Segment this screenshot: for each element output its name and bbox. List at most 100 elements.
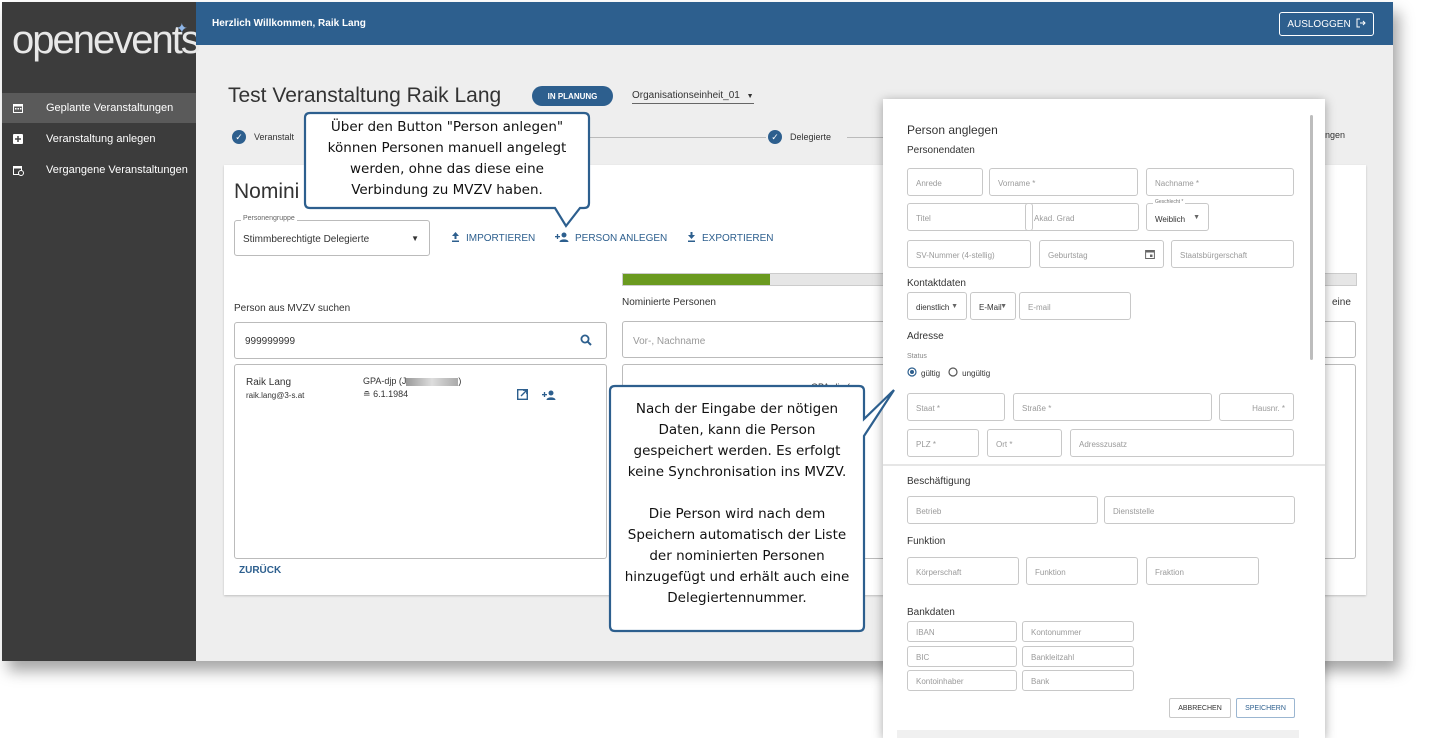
strasse-placeholder: Straße * — [1022, 404, 1052, 413]
status-badge: IN PLANUNG — [532, 86, 613, 106]
koerperschaft-field[interactable]: Körperschaft — [907, 557, 1019, 585]
kontonummer-field[interactable]: Kontonummer — [1022, 621, 1134, 642]
nominated-row-org: GPA-djp ( — [811, 382, 850, 392]
callout-line: der nominierten Personen — [649, 548, 825, 564]
section-kontaktdaten: Kontaktdaten — [907, 278, 966, 289]
top-bar: Herzlich Willkommen, Raik Lang AUSLOGGEN — [196, 2, 1393, 45]
hausnr-field[interactable]: Hausnr. * — [1219, 393, 1294, 421]
akad-grad-placeholder: Akad. Grad — [1034, 214, 1075, 223]
callout-line: Verbindung zu MVZV haben. — [351, 182, 543, 198]
callout-top-text: Über den Button "Person anlegen" können … — [305, 117, 589, 201]
dienststelle-field[interactable]: Dienststelle — [1104, 496, 1295, 524]
geschlecht-select[interactable]: Geschlecht * Weiblich ▼ — [1146, 199, 1209, 231]
adresszusatz-placeholder: Adresszusatz — [1079, 440, 1128, 449]
iban-field[interactable]: IBAN — [907, 621, 1017, 642]
cancel-button[interactable]: ABBRECHEN — [1169, 698, 1231, 718]
callout-line — [610, 483, 864, 504]
staat-placeholder: Staat * — [916, 404, 941, 413]
akad-grad-field[interactable]: Akad. Grad — [1025, 203, 1139, 231]
plz-field[interactable]: PLZ * — [907, 429, 979, 457]
callout-line: Delegiertennummer. — [667, 590, 807, 606]
sidebar: openevents ✦ Geplante Veranstaltungen Ve… — [2, 2, 201, 661]
fraktion-field[interactable]: Fraktion — [1146, 557, 1259, 585]
kontoinhaber-field[interactable]: Kontoinhaber — [907, 670, 1017, 691]
calendar-icon[interactable] — [1145, 249, 1155, 261]
email-field[interactable]: E-mail — [1019, 292, 1131, 320]
anrede-field[interactable]: Anrede — [907, 168, 983, 196]
anrede-placeholder: Anrede — [916, 179, 942, 188]
save-button[interactable]: SPEICHERN — [1236, 698, 1295, 718]
org-unit-value: Organisationseinheit_01 — [632, 90, 740, 101]
search-icon[interactable] — [580, 334, 592, 349]
radio-ungueltig[interactable] — [948, 367, 958, 379]
add-person-icon — [555, 232, 569, 245]
person-group-label: Personengruppe — [241, 215, 297, 222]
sidebar-item-label: Geplante Veranstaltungen — [46, 102, 174, 114]
logout-button[interactable]: AUSLOGGEN — [1279, 12, 1374, 36]
sidebar-item-label: Vergangene Veranstaltungen — [46, 164, 188, 176]
contact-type-select[interactable]: dienstlich ▼ — [907, 292, 967, 320]
bic-field[interactable]: BIC — [907, 646, 1017, 667]
vorname-field[interactable]: Vorname * — [989, 168, 1138, 196]
callout-line: Die Person wird nach dem — [648, 506, 826, 522]
fraktion-placeholder: Fraktion — [1155, 568, 1184, 577]
dialog-scrollbar[interactable] — [1310, 115, 1313, 360]
right-column-list — [1324, 364, 1356, 559]
bankleitzahl-field[interactable]: Bankleitzahl — [1022, 646, 1134, 667]
section-adresse: Adresse — [907, 331, 944, 342]
back-button[interactable]: ZURÜCK — [239, 565, 281, 576]
email-placeholder: E-mail — [1028, 303, 1051, 312]
vorname-placeholder: Vorname * — [998, 179, 1036, 188]
staatsbuergerschaft-field[interactable]: Staatsbürgerschaft — [1171, 240, 1294, 268]
step-connector — [847, 137, 887, 138]
step-connector — [589, 137, 766, 138]
callout-line: gespeichert werden. Es erfolgt — [633, 443, 841, 459]
betrieb-placeholder: Betrieb — [916, 507, 942, 516]
add-box-icon — [12, 133, 24, 145]
chevron-down-icon: ▼ — [411, 234, 419, 243]
sidebar-item-veranstaltung-anlegen[interactable]: Veranstaltung anlegen — [2, 124, 196, 154]
person-create-dialog: Person anglegen Personendaten Anrede Vor… — [883, 99, 1325, 738]
open-in-new-icon[interactable] — [516, 387, 529, 405]
dialog-title: Person anglegen — [907, 123, 998, 137]
radio-gueltig[interactable] — [907, 367, 917, 379]
logout-icon — [1356, 18, 1366, 31]
org-unit-select[interactable]: Organisationseinheit_01 ▼ — [632, 90, 754, 104]
step-veranstaltung[interactable]: ✓ Veranstalt — [232, 130, 294, 144]
person-group-value: Stimmberechtigte Delegierte — [243, 234, 370, 245]
nachname-field[interactable]: Nachname * — [1146, 168, 1294, 196]
nachname-placeholder: Nachname * — [1155, 179, 1200, 188]
step-third[interactable]: ngen — [1325, 130, 1345, 140]
right-column-input[interactable] — [1324, 321, 1356, 358]
add-person-icon[interactable] — [542, 387, 556, 405]
welcome-text: Herzlich Willkommen, Raik Lang — [212, 18, 366, 29]
funktion-field[interactable]: Funktion — [1026, 557, 1138, 585]
chevron-down-icon: ▼ — [746, 93, 754, 100]
betrieb-field[interactable]: Betrieb — [907, 496, 1098, 524]
sv-nummer-field[interactable]: SV-Nummer (4-stellig) — [907, 240, 1031, 268]
import-label: IMPORTIEREN — [466, 233, 536, 244]
adresszusatz-field[interactable]: Adresszusatz — [1070, 429, 1294, 457]
calendar-icon — [12, 102, 24, 114]
staat-field[interactable]: Staat * — [907, 393, 1005, 421]
ort-field[interactable]: Ort * — [987, 429, 1062, 457]
export-button[interactable]: EXPORTIEREN — [687, 232, 774, 245]
cake-icon: ≘ — [363, 389, 371, 399]
contact-channel-select[interactable]: E-Mail ▼ — [970, 292, 1016, 320]
person-group-select[interactable]: Personengruppe Stimmberechtigte Delegier… — [234, 215, 430, 256]
mvzv-search-input[interactable]: 999999999 — [234, 322, 607, 359]
person-anlegen-button[interactable]: PERSON ANLEGEN — [555, 232, 667, 245]
sidebar-item-vergangene-veranstaltungen[interactable]: Vergangene Veranstaltungen — [2, 155, 196, 185]
import-button[interactable]: IMPORTIEREN — [451, 232, 535, 245]
app-logo: openevents ✦ — [12, 18, 201, 63]
step-delegierte[interactable]: ✓ Delegierte — [768, 130, 831, 144]
sidebar-item-label: Veranstaltung anlegen — [46, 133, 156, 145]
nominated-search-input[interactable]: Vor-, Nachname — [622, 321, 892, 358]
geburtstag-field[interactable]: Geburtstag — [1039, 240, 1164, 268]
status-label: Status — [907, 353, 927, 360]
sidebar-item-geplante-veranstaltungen[interactable]: Geplante Veranstaltungen — [2, 93, 196, 123]
strasse-field[interactable]: Straße * — [1013, 393, 1212, 421]
bank-field[interactable]: Bank — [1022, 670, 1134, 691]
titel-field[interactable]: Titel — [907, 203, 1033, 231]
iban-placeholder: IBAN — [916, 628, 935, 637]
